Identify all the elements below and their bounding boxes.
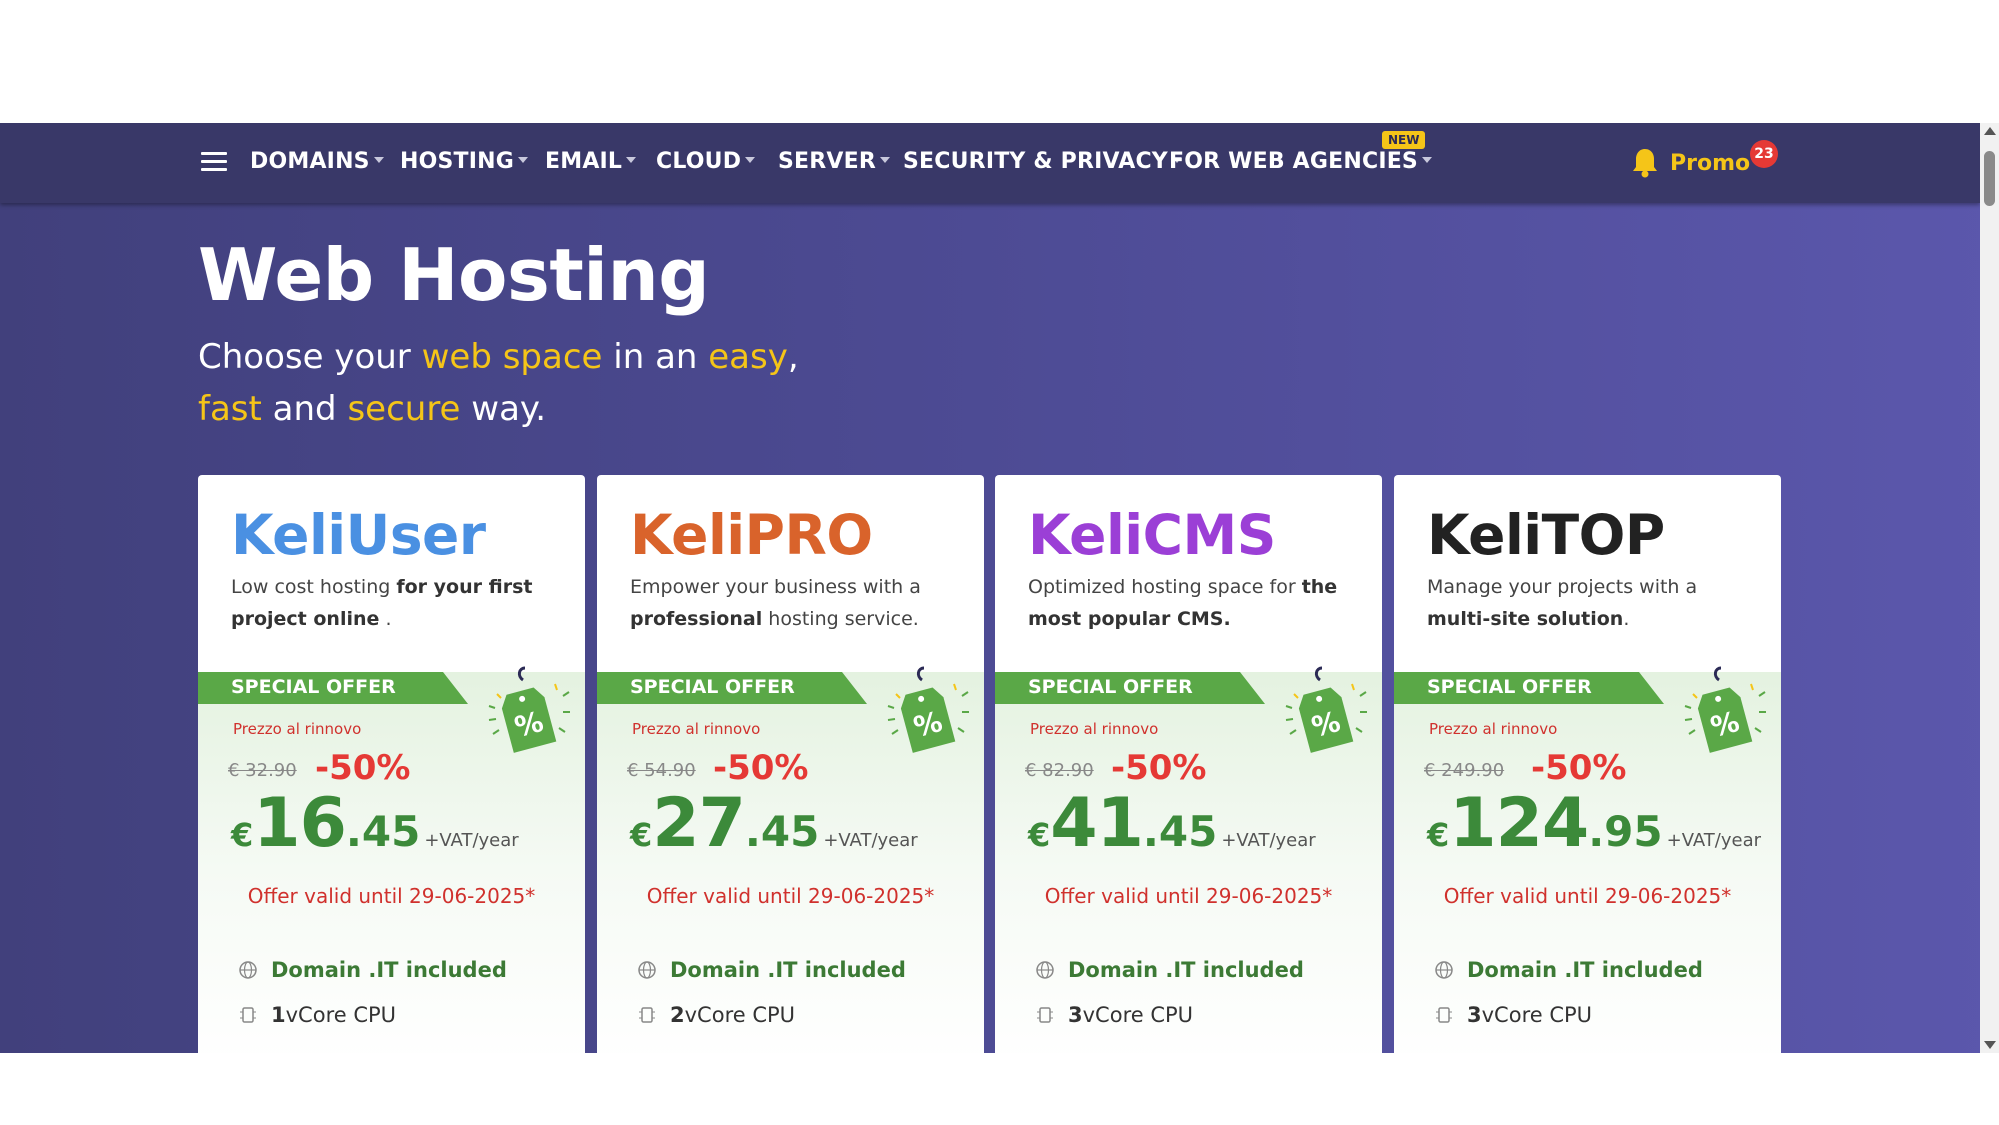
special-offer-ribbon: SPECIAL OFFER [198, 672, 468, 704]
current-price: €16.45 +VAT/year [231, 784, 519, 863]
feature-domain: Domain .IT included [238, 958, 507, 982]
old-price: € 54.90 [627, 760, 696, 781]
nav-server[interactable]: SERVER [778, 149, 891, 174]
promo-count-badge: 23 [1750, 140, 1778, 168]
chevron-down-icon [518, 157, 529, 163]
plan-name: KeliPRO [630, 503, 873, 567]
nav-hosting[interactable]: HOSTING [400, 149, 529, 174]
chevron-down-icon [745, 157, 756, 163]
offer-section: SPECIAL OFFER % Prezzo al rinnovo € 249.… [1394, 666, 1781, 1053]
feature-cpu: 3 vCore CPU [1035, 1003, 1193, 1027]
cpu-icon [240, 1007, 256, 1023]
promo-label: Promo [1670, 150, 1751, 176]
plan-card-kelitop[interactable]: KeliTOP Manage your projects with a mult… [1394, 475, 1781, 1053]
plan-description: Low cost hosting for your first project … [231, 576, 533, 630]
cpu-icon [639, 1007, 655, 1023]
renewal-price-label: Prezzo al rinnovo [1429, 720, 1558, 738]
discount-tag-icon: % [1684, 666, 1766, 753]
chevron-down-icon [626, 157, 637, 163]
offer-validity: Offer valid until 29-06-2025* [1443, 884, 1732, 908]
feature-domain: Domain .IT included [1035, 958, 1304, 982]
plan-name: KeliTOP [1427, 503, 1665, 567]
nav-security-privacy[interactable]: SECURITY & PRIVACY [903, 149, 1182, 174]
plan-card-keliuser[interactable]: KeliUser Low cost hosting for your first… [198, 475, 585, 1053]
old-price: € 82.90 [1025, 760, 1094, 781]
browser-viewport: DOMAINS HOSTING EMAIL CLOUD SERVER SECUR… [0, 123, 1999, 1053]
bell-icon [1633, 149, 1657, 178]
feature-domain: Domain .IT included [1434, 958, 1703, 982]
renewal-price-label: Prezzo al rinnovo [1030, 720, 1159, 738]
current-price: €41.45 +VAT/year [1028, 784, 1316, 863]
cpu-icon [1037, 1007, 1053, 1023]
cpu-icon [1436, 1007, 1452, 1023]
globe-icon [1435, 961, 1453, 979]
offer-section: SPECIAL OFFER % Prezzo al rinnovo € 82.9… [995, 666, 1382, 1053]
special-offer-ribbon: SPECIAL OFFER [1394, 672, 1664, 704]
feature-cpu: 2 vCore CPU [637, 1003, 795, 1027]
scrollbar[interactable] [1980, 123, 1999, 1053]
offer-validity: Offer valid until 29-06-2025* [247, 884, 536, 908]
feature-domain: Domain .IT included [637, 958, 906, 982]
scroll-up-icon[interactable] [1984, 127, 1996, 135]
plan-name: KeliUser [231, 503, 486, 567]
special-offer-ribbon: SPECIAL OFFER [597, 672, 867, 704]
page-subtitle: Choose your web space in an easy, fast an… [198, 337, 799, 429]
chevron-down-icon [1421, 157, 1432, 163]
plan-description: Optimized hosting space for the most pop… [1028, 576, 1338, 630]
chevron-down-icon [880, 157, 891, 163]
globe-icon [1036, 961, 1054, 979]
old-price: € 32.90 [228, 760, 297, 781]
plan-name: KeliCMS [1028, 503, 1276, 567]
discount-percent: -50% [1111, 748, 1207, 788]
renewal-price-label: Prezzo al rinnovo [632, 720, 761, 738]
feature-cpu: 1 vCore CPU [238, 1003, 396, 1027]
discount-tag-icon: % [488, 666, 570, 753]
globe-icon [239, 961, 257, 979]
chevron-down-icon [373, 157, 384, 163]
plan-description: Manage your projects with a multi-site s… [1427, 576, 1698, 630]
promo-button[interactable]: Promo [1630, 143, 1750, 183]
current-price: €27.45 +VAT/year [630, 784, 918, 863]
offer-validity: Offer valid until 29-06-2025* [1044, 884, 1333, 908]
plan-card-kelipro[interactable]: KeliPRO Empower your business with a pro… [597, 475, 984, 1053]
page-title: Web Hosting [198, 233, 710, 317]
plan-description: Empower your business with a professiona… [630, 576, 921, 630]
discount-percent: -50% [315, 748, 411, 788]
discount-percent: -50% [1531, 748, 1627, 788]
plan-card-kelicms[interactable]: KeliCMS Optimized hosting space for the … [995, 475, 1382, 1053]
menu-icon[interactable] [201, 152, 227, 172]
globe-icon [638, 961, 656, 979]
nav-email[interactable]: EMAIL [545, 149, 637, 174]
current-price: €124.95 +VAT/year [1427, 784, 1762, 863]
discount-tag-icon: % [887, 666, 969, 753]
nav-domains[interactable]: DOMAINS [250, 149, 384, 174]
scrollbar-thumb[interactable] [1984, 151, 1995, 206]
discount-tag-icon: % [1285, 666, 1367, 753]
top-navbar: DOMAINS HOSTING EMAIL CLOUD SERVER SECUR… [0, 123, 1980, 203]
renewal-price-label: Prezzo al rinnovo [233, 720, 362, 738]
scroll-down-icon[interactable] [1984, 1041, 1996, 1049]
feature-cpu: 3 vCore CPU [1434, 1003, 1592, 1027]
offer-section: SPECIAL OFFER % Prezzo al rinnovo € 54.9… [597, 666, 984, 1053]
nav-for-web-agencies[interactable]: FOR WEB AGENCIES [1169, 149, 1432, 174]
new-badge: NEW [1382, 131, 1426, 149]
offer-validity: Offer valid until 29-06-2025* [646, 884, 935, 908]
special-offer-ribbon: SPECIAL OFFER [995, 672, 1265, 704]
nav-cloud[interactable]: CLOUD [656, 149, 756, 174]
discount-percent: -50% [713, 748, 809, 788]
offer-section: SPECIAL OFFER % Prezzo al rinnovo € 32.9… [198, 666, 585, 1053]
old-price: € 249.90 [1424, 760, 1505, 781]
